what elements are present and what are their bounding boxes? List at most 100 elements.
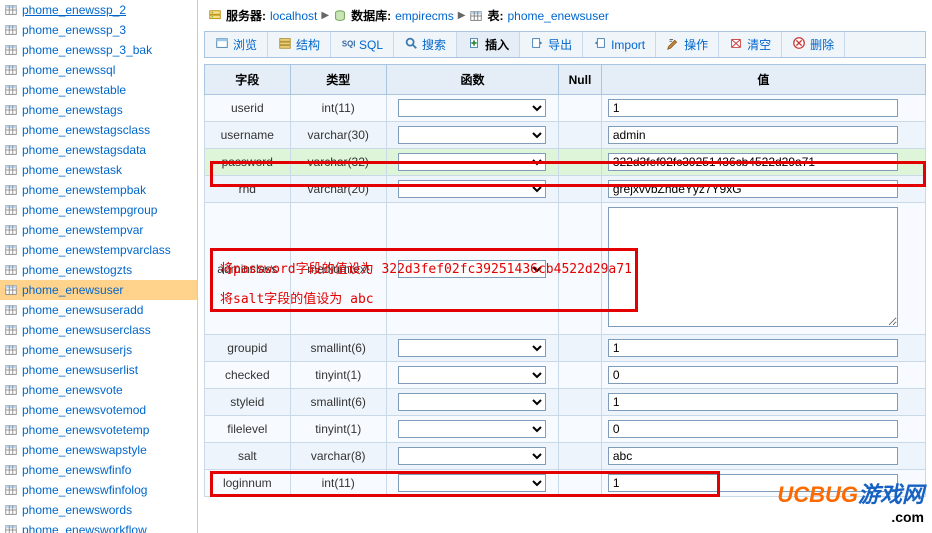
value-input[interactable] [608, 366, 898, 384]
value-input[interactable] [608, 447, 898, 465]
function-select[interactable] [398, 126, 546, 144]
value-cell [601, 335, 925, 362]
sidebar-item-phome_enewstagsdata[interactable]: phome_enewstagsdata [0, 140, 197, 160]
tab-SQL[interactable]: SQLSQL [331, 32, 394, 57]
value-cell [601, 149, 925, 176]
sidebar-item-label: phome_enewssp_3_bak [22, 42, 152, 58]
tab-清空[interactable]: 清空 [719, 32, 782, 57]
breadcrumb-db-link[interactable]: empirecms [395, 9, 454, 23]
table-row: rndvarchar(20) [205, 176, 926, 203]
value-input[interactable] [608, 126, 898, 144]
sidebar-item-phome_enewssql[interactable]: phome_enewssql [0, 60, 197, 80]
function-select[interactable] [398, 339, 546, 357]
sidebar-item-phome_enewsuserclass[interactable]: phome_enewsuserclass [0, 320, 197, 340]
value-input[interactable] [608, 99, 898, 117]
tab-插入[interactable]: 插入 [457, 32, 520, 57]
sidebar-item-phome_enewstable[interactable]: phome_enewstable [0, 80, 197, 100]
function-select[interactable] [398, 153, 546, 171]
watermark: UCBUG游戏网 .com [777, 477, 924, 525]
tab-删除[interactable]: 删除 [782, 32, 845, 57]
sidebar-item-phome_enewswfinfo[interactable]: phome_enewswfinfo [0, 460, 197, 480]
null-cell [559, 470, 602, 497]
breadcrumb-table-link[interactable]: phome_enewsuser [507, 9, 608, 23]
sidebar-item-phome_enewstempgroup[interactable]: phome_enewstempgroup [0, 200, 197, 220]
tab-label: SQL [359, 38, 383, 52]
sidebar-item-phome_enewsuserjs[interactable]: phome_enewsuserjs [0, 340, 197, 360]
sidebar-item-phome_enewswords[interactable]: phome_enewswords [0, 500, 197, 520]
null-cell [559, 335, 602, 362]
table-icon [4, 463, 18, 477]
sidebar-item-phome_enewsvote[interactable]: phome_enewsvote [0, 380, 197, 400]
function-select[interactable] [398, 260, 546, 278]
sidebar-item-label: phome_enewsuseradd [22, 302, 143, 318]
tab-icon [278, 36, 292, 53]
tab-浏览[interactable]: 浏览 [205, 32, 268, 57]
tab-icon [729, 36, 743, 53]
table-icon [4, 63, 18, 77]
null-cell [559, 389, 602, 416]
value-input[interactable] [608, 180, 898, 198]
sidebar-item-label: phome_enewswfinfolog [22, 482, 147, 498]
sidebar-item-phome_enewstempvarclass[interactable]: phome_enewstempvarclass [0, 240, 197, 260]
sidebar-item-phome_enewswfinfolog[interactable]: phome_enewswfinfolog [0, 480, 197, 500]
value-input[interactable] [608, 339, 898, 357]
function-select[interactable] [398, 393, 546, 411]
function-select[interactable] [398, 420, 546, 438]
sidebar-item-phome_enewssp_3[interactable]: phome_enewssp_3 [0, 20, 197, 40]
table-icon [4, 343, 18, 357]
sidebar-item-phome_enewstags[interactable]: phome_enewstags [0, 100, 197, 120]
sidebar-item-label: phome_enewswfinfo [22, 462, 131, 478]
function-select[interactable] [398, 366, 546, 384]
value-cell [601, 362, 925, 389]
sidebar-item-phome_enewsuser[interactable]: phome_enewsuser [0, 280, 197, 300]
sidebar-item-label: phome_enewswords [22, 502, 132, 518]
tab-结构[interactable]: 结构 [268, 32, 331, 57]
function-select[interactable] [398, 180, 546, 198]
tab-Import[interactable]: Import [583, 32, 656, 57]
sidebar-item-label: phome_enewssp_3 [22, 22, 126, 38]
function-cell [386, 122, 558, 149]
table-icon [4, 423, 18, 437]
table-icon [4, 103, 18, 117]
table-icon [4, 123, 18, 137]
sidebar-item-label: phome_enewssp_2 [22, 2, 126, 18]
field-name: loginnum [205, 470, 291, 497]
sidebar-item-phome_enewsvotemod[interactable]: phome_enewsvotemod [0, 400, 197, 420]
sidebar-item-phome_enewsuserlist[interactable]: phome_enewsuserlist [0, 360, 197, 380]
value-input[interactable] [608, 420, 898, 438]
sidebar-item-phome_enewsworkflow[interactable]: phome_enewsworkflow [0, 520, 197, 533]
table-row: adminclassmediumtext [205, 203, 926, 335]
tab-搜索[interactable]: 搜索 [394, 32, 457, 57]
table-row: saltvarchar(8) [205, 443, 926, 470]
sidebar-item-phome_enewswapstyle[interactable]: phome_enewswapstyle [0, 440, 197, 460]
field-type: varchar(20) [290, 176, 386, 203]
breadcrumb-arrow-icon: ▶ [458, 10, 466, 21]
sidebar-item-phome_enewstempbak[interactable]: phome_enewstempbak [0, 180, 197, 200]
breadcrumb-arrow-icon: ▶ [321, 10, 329, 21]
table-icon [4, 243, 18, 257]
field-type: varchar(30) [290, 122, 386, 149]
sidebar-item-phome_enewstogzts[interactable]: phome_enewstogzts [0, 260, 197, 280]
function-select[interactable] [398, 474, 546, 492]
tab-icon [215, 36, 229, 53]
tab-label: 删除 [810, 36, 834, 53]
sidebar-item-phome_enewstagsclass[interactable]: phome_enewstagsclass [0, 120, 197, 140]
function-select[interactable] [398, 99, 546, 117]
table-row: styleidsmallint(6) [205, 389, 926, 416]
sidebar-item-phome_enewstask[interactable]: phome_enewstask [0, 160, 197, 180]
value-input[interactable] [608, 153, 898, 171]
sidebar-item-phome_enewsvotetemp[interactable]: phome_enewsvotetemp [0, 420, 197, 440]
table-icon [4, 503, 18, 517]
sidebar-item-phome_enewssp_3_bak[interactable]: phome_enewssp_3_bak [0, 40, 197, 60]
function-select[interactable] [398, 447, 546, 465]
sidebar-item-phome_enewstempvar[interactable]: phome_enewstempvar [0, 220, 197, 240]
sidebar-item-phome_enewssp_2[interactable]: phome_enewssp_2 [0, 0, 197, 20]
tab-操作[interactable]: 操作 [656, 32, 719, 57]
table-icon [4, 383, 18, 397]
sidebar-item-phome_enewsuseradd[interactable]: phome_enewsuseradd [0, 300, 197, 320]
value-textarea[interactable] [608, 207, 898, 327]
field-name: adminclass [205, 203, 291, 335]
tab-导出[interactable]: 导出 [520, 32, 583, 57]
breadcrumb-server-link[interactable]: localhost [270, 9, 317, 23]
value-input[interactable] [608, 393, 898, 411]
